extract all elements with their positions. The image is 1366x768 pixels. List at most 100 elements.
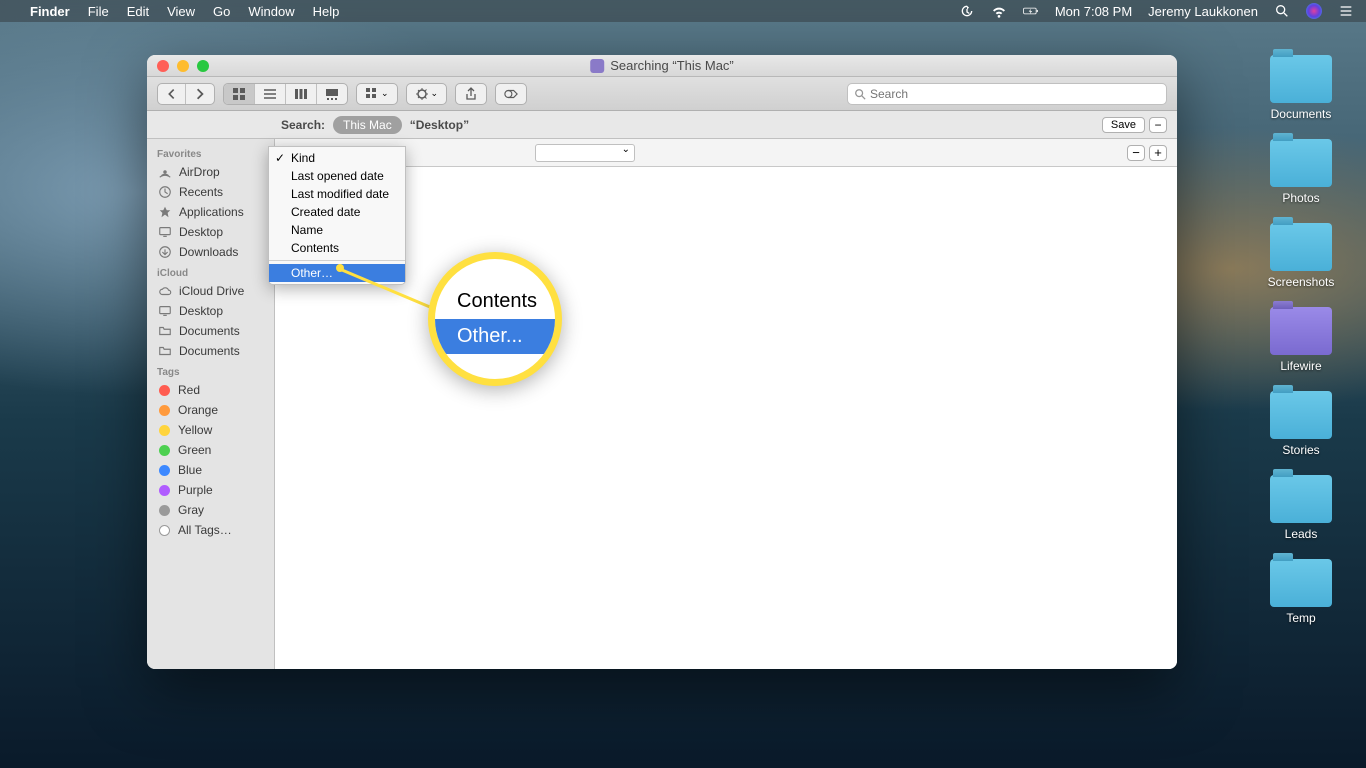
sidebar-item-label: iCloud Drive — [179, 284, 244, 298]
sidebar-tag[interactable]: Green — [147, 440, 274, 460]
magnifier-other: Other... — [435, 319, 555, 354]
scope-bar: Search: This Mac “Desktop” Save − — [147, 111, 1177, 139]
menu-window[interactable]: Window — [248, 4, 294, 19]
kind-dropdown-menu: KindLast opened dateLast modified dateCr… — [268, 146, 406, 285]
search-icon — [854, 88, 866, 100]
tag-label: Purple — [178, 483, 213, 497]
desktop-folder[interactable]: Documents — [1256, 55, 1346, 121]
sidebar-item[interactable]: Documents — [147, 321, 274, 341]
sidebar-item[interactable]: Applications — [147, 202, 274, 222]
folder-label: Stories — [1282, 443, 1319, 457]
menubar: Finder File Edit View Go Window Help Mon… — [0, 0, 1366, 22]
add-criteria-button[interactable]: + — [1149, 145, 1167, 161]
list-view-button[interactable] — [255, 84, 286, 104]
menu-file[interactable]: File — [88, 4, 109, 19]
desktop-folder[interactable]: Photos — [1256, 139, 1346, 205]
menu-view[interactable]: View — [167, 4, 195, 19]
sidebar-item-label: Downloads — [179, 245, 238, 259]
maximize-button[interactable] — [197, 60, 209, 72]
tag-dot-icon — [159, 405, 170, 416]
column-view-button[interactable] — [286, 84, 317, 104]
remove-scope-button[interactable]: − — [1149, 117, 1167, 133]
forward-button[interactable] — [186, 84, 214, 104]
minimize-button[interactable] — [177, 60, 189, 72]
menu-go[interactable]: Go — [213, 4, 230, 19]
desktop-folder[interactable]: Stories — [1256, 391, 1346, 457]
tag-dot-icon — [159, 385, 170, 396]
spotlight-icon[interactable] — [1274, 3, 1290, 19]
app-name[interactable]: Finder — [30, 4, 70, 19]
sidebar-item[interactable]: Desktop — [147, 222, 274, 242]
tag-label: Gray — [178, 503, 204, 517]
menu-help[interactable]: Help — [313, 4, 340, 19]
menu-item[interactable]: Contents — [269, 239, 405, 257]
icon-view-button[interactable] — [224, 84, 255, 104]
sidebar-item[interactable]: AirDrop — [147, 162, 274, 182]
sidebar-tag[interactable]: Purple — [147, 480, 274, 500]
scope-this-mac[interactable]: This Mac — [333, 116, 402, 134]
desktop-folder[interactable]: Leads — [1256, 475, 1346, 541]
sidebar-section-header: iCloud — [147, 262, 274, 281]
folder-icon — [1270, 559, 1332, 607]
battery-icon[interactable] — [1023, 3, 1039, 19]
scope-desktop[interactable]: “Desktop” — [410, 118, 469, 132]
remove-criteria-button[interactable]: − — [1127, 145, 1145, 161]
folder-icon — [1270, 223, 1332, 271]
desktop-folder[interactable]: Lifewire — [1256, 307, 1346, 373]
menu-item-other[interactable]: Other… — [269, 264, 405, 282]
gallery-view-button[interactable] — [317, 84, 347, 104]
menu-item[interactable]: Kind — [269, 149, 405, 167]
sidebar-item[interactable]: Desktop — [147, 301, 274, 321]
time-machine-icon[interactable] — [959, 3, 975, 19]
sidebar-all-tags[interactable]: All Tags… — [147, 520, 274, 540]
sidebar-item[interactable]: Documents — [147, 341, 274, 361]
menu-item[interactable]: Last opened date — [269, 167, 405, 185]
folder-label: Photos — [1282, 191, 1319, 205]
sidebar-item[interactable]: Recents — [147, 182, 274, 202]
action-button[interactable]: ⌄ — [407, 84, 447, 104]
tag-label: Red — [178, 383, 200, 397]
save-button[interactable]: Save — [1102, 117, 1145, 133]
search-badge-icon — [590, 59, 604, 73]
desktop-folder[interactable]: Temp — [1256, 559, 1346, 625]
sidebar-item[interactable]: Downloads — [147, 242, 274, 262]
folder-label: Documents — [1271, 107, 1332, 121]
menu-item[interactable]: Last modified date — [269, 185, 405, 203]
all-tags-label: All Tags… — [178, 523, 232, 537]
sidebar-tag[interactable]: Gray — [147, 500, 274, 520]
magnifier-contents: Contents — [435, 284, 555, 319]
tag-dot-icon — [159, 465, 170, 476]
sidebar-tag[interactable]: Orange — [147, 400, 274, 420]
desktop-folder[interactable]: Screenshots — [1256, 223, 1346, 289]
tag-label: Green — [178, 443, 211, 457]
tags-button[interactable] — [496, 84, 526, 104]
group-by-button[interactable]: ⌄ — [357, 84, 397, 104]
search-field[interactable] — [847, 83, 1167, 105]
sidebar-item-label: Applications — [179, 205, 244, 219]
sidebar-tag[interactable]: Yellow — [147, 420, 274, 440]
folder-icon — [1270, 475, 1332, 523]
folder-icon — [1270, 139, 1332, 187]
siri-icon[interactable] — [1306, 3, 1322, 19]
wifi-icon[interactable] — [991, 3, 1007, 19]
back-button[interactable] — [158, 84, 186, 104]
share-button[interactable] — [456, 84, 486, 104]
criteria-bar: − + — [275, 139, 1177, 167]
sidebar-tag[interactable]: Blue — [147, 460, 274, 480]
menu-edit[interactable]: Edit — [127, 4, 149, 19]
close-button[interactable] — [157, 60, 169, 72]
sidebar-item[interactable]: iCloud Drive — [147, 281, 274, 301]
menu-item[interactable]: Created date — [269, 203, 405, 221]
titlebar[interactable]: Searching “This Mac” — [147, 55, 1177, 77]
sidebar: FavoritesAirDropRecentsApplicationsDeskt… — [147, 139, 275, 669]
menu-item[interactable]: Name — [269, 221, 405, 239]
control-center-icon[interactable] — [1338, 3, 1354, 19]
tag-label: Yellow — [178, 423, 212, 437]
menubar-clock[interactable]: Mon 7:08 PM — [1055, 4, 1132, 19]
sidebar-tag[interactable]: Red — [147, 380, 274, 400]
search-input[interactable] — [870, 87, 1160, 101]
sidebar-item-label: Documents — [179, 324, 240, 338]
search-label: Search: — [281, 118, 325, 132]
menubar-user[interactable]: Jeremy Laukkonen — [1148, 4, 1258, 19]
criteria-value-dropdown[interactable] — [535, 144, 635, 162]
